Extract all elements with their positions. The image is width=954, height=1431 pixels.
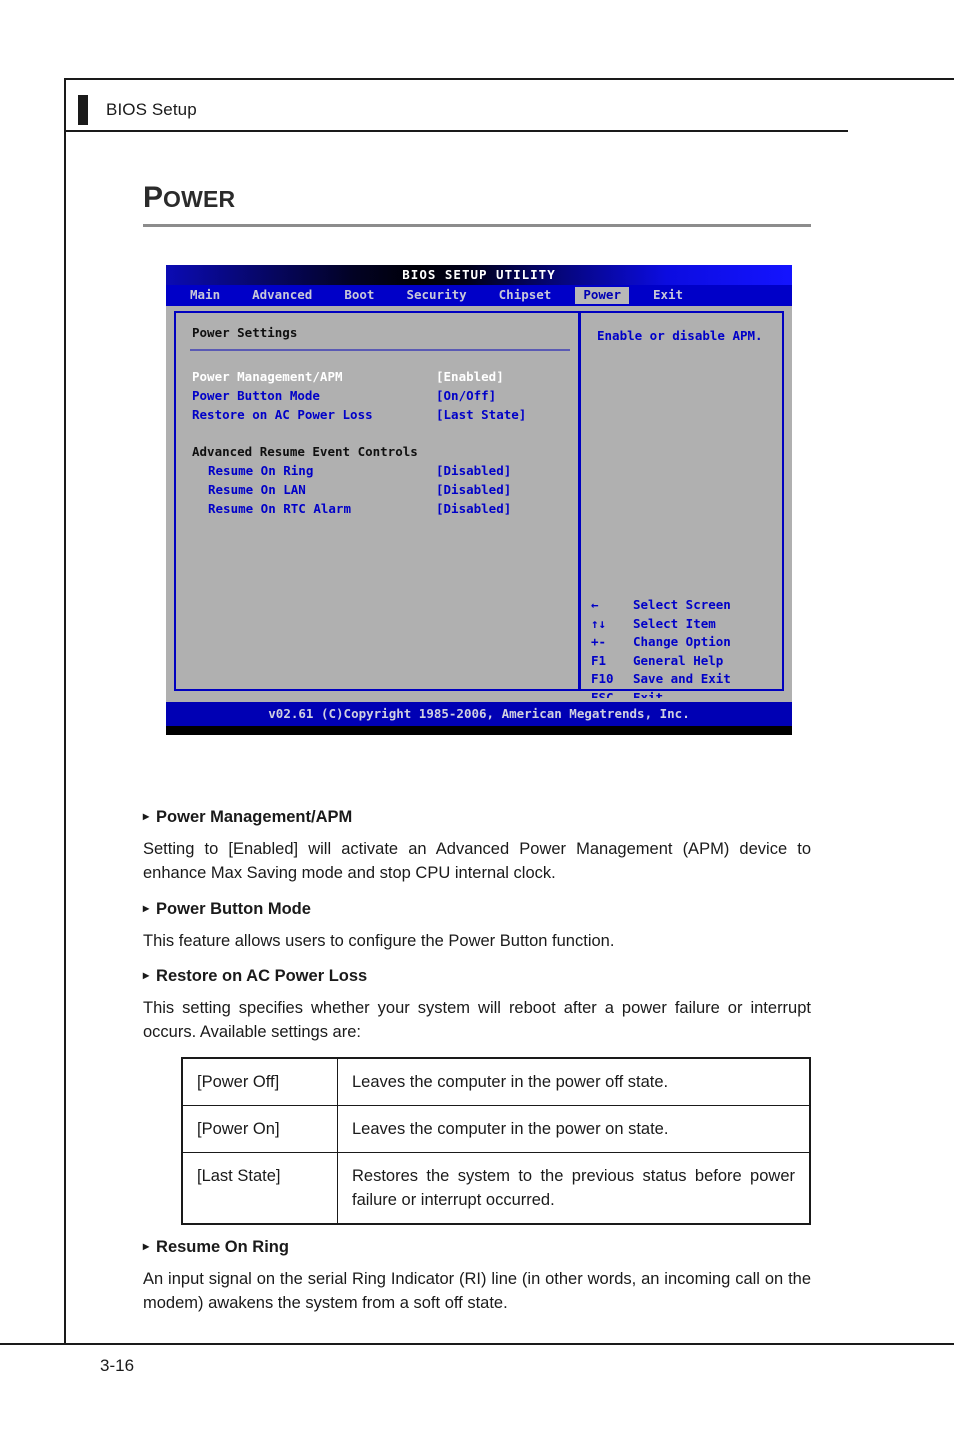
- description-heading: ▸ Power Button Mode: [143, 900, 811, 919]
- page-top-rule: [64, 78, 954, 80]
- table-row: [Last State] Restores the system to the …: [181, 1152, 811, 1225]
- setting-label: Restore on AC Power Loss: [192, 407, 373, 422]
- key-legend-row: +- Change Option: [591, 633, 781, 652]
- setting-value[interactable]: [Disabled]: [436, 483, 511, 497]
- description-resume-on-ring: ▸ Resume On Ring An input signal on the s…: [143, 1238, 811, 1315]
- bios-body: Power Settings Power Management/APM [Ena…: [166, 306, 792, 705]
- setting-value[interactable]: [Enabled]: [436, 370, 504, 384]
- table-row: [Power On] Leaves the computer in the po…: [181, 1105, 811, 1153]
- setting-value[interactable]: [Disabled]: [436, 502, 511, 516]
- description-heading: ▸ Power Management/APM: [143, 808, 811, 827]
- setting-row-resume-on-rtc-alarm[interactable]: Resume On RTC Alarm [Disabled]: [192, 501, 572, 519]
- setting-row-power-management-apm[interactable]: Power Management/APM [Enabled]: [192, 369, 572, 387]
- key-legend-action: Select Item: [633, 615, 716, 631]
- description-heading: ▸ Resume On Ring: [143, 1238, 811, 1257]
- key-legend-action: Select Screen: [633, 597, 731, 612]
- bios-title-label: BIOS SETUP UTILITY: [402, 266, 556, 282]
- bullet-icon: ▸: [143, 968, 150, 982]
- bios-title-bar: BIOS SETUP UTILITY: [166, 265, 792, 285]
- description-power-button-mode: ▸ Power Button Mode This feature allows u…: [143, 900, 811, 953]
- key-legend-action: Save and Exit: [633, 671, 731, 686]
- description-heading-label: Resume On Ring: [156, 1238, 289, 1256]
- bios-help-panel: Enable or disable APM. ← Select Screen ↑↓…: [579, 311, 784, 705]
- page-title-initial: P: [143, 181, 164, 214]
- setting-label: Resume On RTC Alarm: [208, 501, 351, 516]
- tab-boot[interactable]: Boot: [336, 287, 382, 305]
- setting-row-power-button-mode[interactable]: Power Button Mode [On/Off]: [192, 388, 572, 406]
- setting-label: Resume On Ring: [208, 463, 314, 478]
- option-key: [Last State]: [181, 1152, 338, 1225]
- help-text: Enable or disable APM.: [597, 328, 763, 343]
- option-key: [Power Off]: [181, 1057, 338, 1106]
- head-marker-icon: [78, 95, 88, 125]
- key-legend-row: ↑↓ Select Item: [591, 615, 781, 634]
- setting-group-advanced-resume-event-controls: Advanced Resume Event Controls: [192, 444, 572, 462]
- tab-exit[interactable]: Exit: [645, 287, 691, 305]
- page-title-rest: OWER: [163, 186, 236, 212]
- key-legend: ← Select Screen ↑↓ Select Item +- Change Op…: [591, 596, 781, 707]
- description-restore-on-ac-power-loss: ▸ Restore on AC Power Loss This setting s…: [143, 967, 811, 1044]
- tab-power[interactable]: Power: [575, 286, 629, 305]
- running-head-rule: [64, 130, 848, 132]
- key-legend-row: F1 General Help: [591, 652, 781, 671]
- bios-menu-bar: Main Advanced Boot Security Chipset Powe…: [166, 285, 792, 306]
- settings-panel-heading: Power Settings: [192, 325, 298, 340]
- running-head-label: BIOS Setup: [106, 100, 197, 119]
- bullet-icon: ▸: [143, 901, 150, 915]
- setting-group-label: Advanced Resume Event Controls: [192, 444, 418, 459]
- description-heading-label: Power Button Mode: [156, 900, 311, 918]
- bullet-icon: ▸: [143, 809, 150, 823]
- tab-security[interactable]: Security: [398, 287, 474, 305]
- bios-footer-label: v02.61 (C)Copyright 1985-2006, American …: [268, 705, 690, 721]
- key-f1-icon: F1: [591, 652, 607, 668]
- page-bottom-rule: [0, 1343, 954, 1345]
- description-heading-label: Restore on AC Power Loss: [156, 967, 368, 985]
- setting-value[interactable]: [Disabled]: [436, 464, 511, 478]
- setting-value[interactable]: [On/Off]: [436, 389, 496, 403]
- setting-row-restore-on-ac-power-loss[interactable]: Restore on AC Power Loss [Last State]: [192, 407, 572, 425]
- tab-main[interactable]: Main: [182, 287, 228, 305]
- option-description: Restores the system to the previous stat…: [337, 1152, 811, 1225]
- description-body: Setting to [Enabled] will activate an Ad…: [143, 840, 811, 882]
- setting-row-resume-on-lan[interactable]: Resume On LAN [Disabled]: [192, 482, 572, 500]
- description-heading: ▸ Restore on AC Power Loss: [143, 967, 811, 986]
- bios-settings-panel: Power Settings Power Management/APM [Ena…: [174, 311, 579, 691]
- bios-setup-screenshot: BIOS SETUP UTILITY Main Advanced Boot Se…: [166, 265, 792, 735]
- setting-label: Power Button Mode: [192, 388, 320, 403]
- description-heading-label: Power Management/APM: [156, 808, 353, 826]
- table-row: [Power Off] Leaves the computer in the p…: [181, 1057, 811, 1106]
- description-power-management-apm: ▸ Power Management/APM Setting to [Enable…: [143, 808, 811, 885]
- settings-panel-divider: [190, 349, 570, 351]
- setting-label: Power Management/APM: [192, 369, 343, 384]
- page-left-rule: [64, 78, 66, 1343]
- tab-advanced[interactable]: Advanced: [244, 287, 320, 305]
- option-key: [Power On]: [181, 1105, 338, 1153]
- option-description: Leaves the computer in the power on stat…: [337, 1105, 811, 1153]
- option-description: Leaves the computer in the power off sta…: [337, 1057, 811, 1106]
- page-title: POWER: [143, 183, 235, 213]
- setting-label: Resume On LAN: [208, 482, 306, 497]
- page-title-rule: [143, 224, 811, 227]
- key-legend-action: General Help: [633, 652, 724, 668]
- setting-value[interactable]: [Last State]: [436, 408, 526, 422]
- bullet-icon: ▸: [143, 1239, 150, 1253]
- key-legend-action: Change Option: [633, 634, 731, 649]
- key-left-arrow-icon: ←: [591, 597, 599, 612]
- description-body: This feature allows users to configure t…: [143, 932, 615, 950]
- running-head: BIOS Setup: [78, 88, 858, 132]
- restore-options-table: [Power Off] Leaves the computer in the p…: [181, 1057, 811, 1225]
- description-body: This setting specifies whether your syst…: [143, 999, 811, 1041]
- key-legend-row: F10 Save and Exit: [591, 670, 781, 689]
- key-plus-minus-icon: +-: [591, 634, 607, 649]
- setting-row-resume-on-ring[interactable]: Resume On Ring [Disabled]: [192, 463, 572, 481]
- page-number: 3-16: [100, 1356, 135, 1375]
- key-legend-row: ← Select Screen: [591, 596, 781, 615]
- key-up-down-arrow-icon: ↑↓: [591, 615, 607, 631]
- bios-footer: v02.61 (C)Copyright 1985-2006, American …: [166, 702, 792, 726]
- tab-chipset[interactable]: Chipset: [491, 287, 560, 305]
- key-f10-icon: F10: [591, 671, 614, 686]
- description-body: An input signal on the serial Ring Indic…: [143, 1270, 811, 1312]
